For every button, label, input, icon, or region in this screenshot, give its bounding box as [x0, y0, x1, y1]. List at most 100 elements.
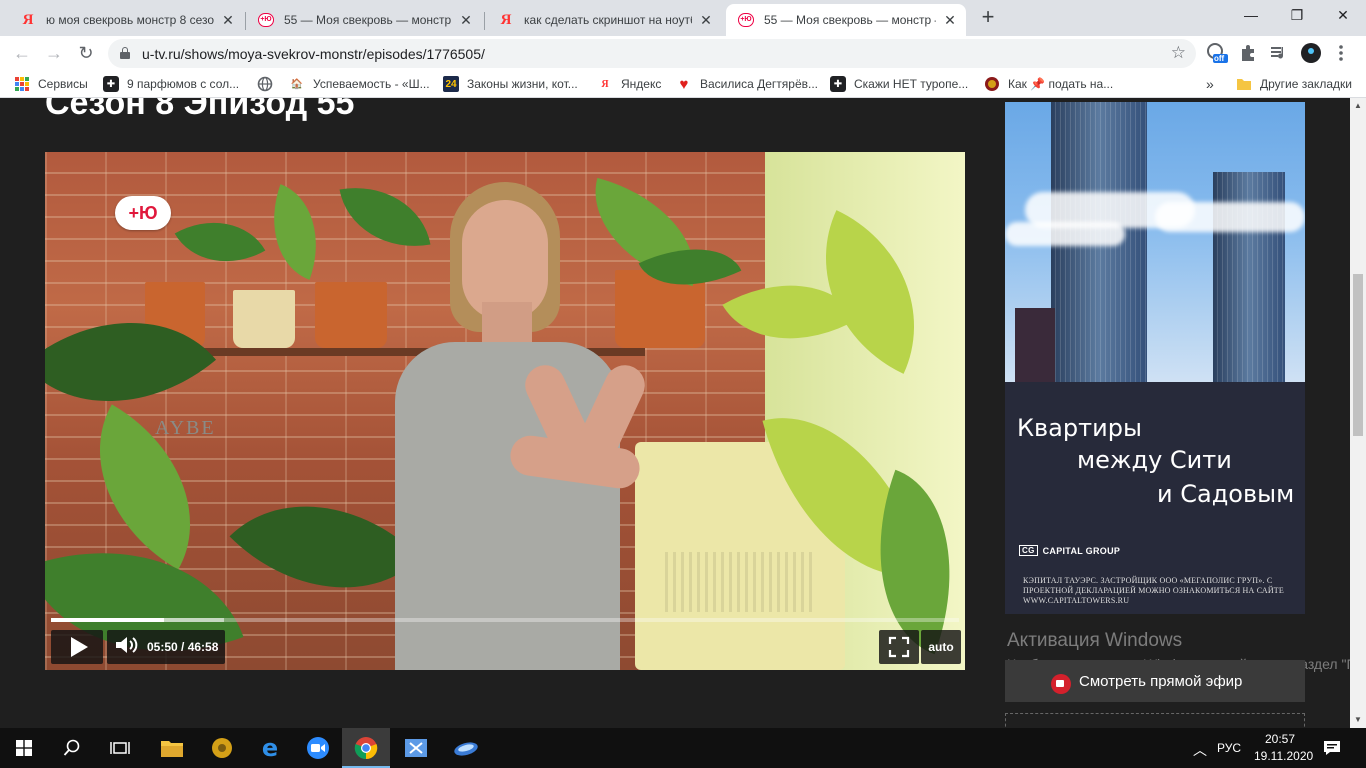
taskbar-app-blue[interactable] [442, 728, 490, 768]
back-button[interactable]: ← [8, 39, 36, 67]
tab-1[interactable]: Я ю моя свекровь монстр 8 сезон ✕ [8, 4, 244, 36]
episode-heading: Сезон 8 Эпизод 55 [45, 98, 355, 122]
bookmark-label: 9 парфюмов с сол... [127, 77, 240, 91]
notification-icon [1324, 741, 1340, 755]
quality-label: auto [928, 640, 954, 654]
reload-button[interactable]: ↻ [72, 39, 100, 67]
sidebar-ad[interactable]: Квартиры между Сити и Садовым CG CAPITAL… [1005, 102, 1305, 614]
bookmark-item[interactable]: Я Яндекс [597, 75, 661, 93]
bookmark-star-icon[interactable]: ☆ [1171, 43, 1186, 63]
tab-title: 55 — Моя свекровь — монстр — [284, 13, 452, 27]
start-button[interactable] [0, 728, 48, 768]
wheel-icon [212, 738, 232, 758]
volume-time-panel: 05:50 / 46:58 [107, 630, 225, 664]
tray-overflow-chevron-icon[interactable]: ︿ [1193, 740, 1207, 760]
chrome-icon [354, 737, 378, 760]
quality-button[interactable]: auto [921, 630, 961, 664]
taskbar-edge[interactable]: e [246, 728, 294, 768]
notifications-button[interactable] [1312, 728, 1352, 768]
ad-brand-logo: CG [1019, 545, 1038, 556]
tab-4-active[interactable]: +Ю 55 — Моя свекровь — монстр — ✕ [726, 4, 966, 36]
fullscreen-button[interactable] [879, 630, 919, 664]
bookmark-item[interactable]: 🏠 Успеваемость - «Ш... [289, 75, 430, 93]
ad-brand: CG CAPITAL GROUP [1019, 545, 1120, 556]
taskbar-app-orange[interactable] [198, 728, 246, 768]
ad-headline-1: Квартиры [1017, 414, 1142, 442]
restore-button[interactable]: ❐ [1274, 0, 1320, 30]
utv-icon: +Ю [738, 12, 754, 28]
volume-icon[interactable] [113, 634, 141, 661]
extension-badge: off [1214, 54, 1225, 63]
presenter [390, 182, 660, 670]
tab-separator [484, 12, 485, 30]
ad-legal-text: КЭПИТАЛ ТАУЭРС. ЗАСТРОЙЩИК ООО «МЕГАПОЛИ… [1023, 576, 1284, 605]
clock-date[interactable]: 19.11.2020 [1254, 749, 1313, 763]
close-tab-icon[interactable]: ✕ [458, 12, 474, 28]
other-bookmarks[interactable]: Другие закладки [1236, 75, 1352, 93]
watch-live-label: Смотреть прямой эфир [1079, 672, 1243, 690]
close-window-button[interactable]: ✕ [1320, 0, 1366, 30]
bookmark-item[interactable]: ✚ Скажи НЕТ туропе... [830, 75, 968, 93]
emblem-icon [984, 76, 1000, 92]
lock-icon[interactable] [120, 47, 130, 59]
ad-photo [1005, 102, 1305, 382]
taskbar-chrome[interactable] [342, 728, 390, 768]
bookmark-item[interactable]: ♥ Василиса Дегтярёв... [676, 75, 818, 93]
page-scrollbar[interactable]: ▲ ▼ [1350, 98, 1366, 728]
minimize-button[interactable]: — [1228, 0, 1274, 30]
scroll-down-arrow-icon[interactable]: ▼ [1350, 712, 1366, 728]
bookmark-apps[interactable]: Сервисы [14, 75, 88, 93]
dashed-placeholder [1005, 713, 1305, 728]
bookmarks-bar: Сервисы ✚ 9 парфюмов с сол... 🏠 Успеваем… [0, 70, 1366, 98]
forward-button[interactable]: → [40, 39, 68, 67]
watch-live-button[interactable]: Смотреть прямой эфир [1005, 660, 1305, 702]
adblock-extension-icon[interactable]: off [1206, 42, 1228, 64]
bookmark-item[interactable]: 24 Законы жизни, кот... [443, 75, 578, 93]
seek-bar[interactable] [51, 618, 959, 622]
taskbar-file-explorer[interactable] [148, 728, 196, 768]
video-player[interactable]: AYBE +Ю 05:50 / 46:58 auto [45, 152, 965, 670]
task-view-icon [110, 742, 130, 754]
scissors-icon [405, 739, 427, 757]
search-icon [63, 739, 80, 756]
task-view-button[interactable] [96, 728, 144, 768]
yandex-icon: Я [601, 78, 609, 90]
tab-title: ю моя свекровь монстр 8 сезон [46, 13, 214, 27]
bookmark-item[interactable]: ✚ 9 парфюмов с сол... [103, 75, 239, 93]
bookmark-label: Сервисы [38, 77, 88, 91]
profile-avatar[interactable] [1300, 42, 1322, 64]
taskbar-snipping-tool[interactable] [392, 728, 440, 768]
bookmarks-overflow-button[interactable]: » [1206, 75, 1214, 93]
watermark-title: Активация Windows [1007, 630, 1183, 651]
tab-title: как сделать скриншот на ноутбу [524, 13, 692, 27]
search-button[interactable] [48, 728, 96, 768]
close-tab-icon[interactable]: ✕ [698, 12, 714, 28]
bookmark-label: Василиса Дегтярёв... [700, 77, 818, 91]
address-bar[interactable]: u-tv.ru/shows/moya-svekrov-monstr/episod… [108, 39, 1196, 68]
clock-time[interactable]: 20:57 [1265, 732, 1295, 746]
scroll-up-arrow-icon[interactable]: ▲ [1350, 98, 1366, 114]
close-tab-icon[interactable]: ✕ [220, 12, 236, 28]
yandex-icon: Я [22, 11, 34, 28]
folder-icon [161, 741, 183, 757]
new-tab-button[interactable]: + [976, 6, 1000, 30]
bookmark-item[interactable]: Как 📌 подать на... [984, 75, 1113, 93]
bookmark-item[interactable] [257, 75, 281, 93]
tab-3[interactable]: Я как сделать скриншот на ноутбу ✕ [486, 4, 722, 36]
scrollbar-thumb[interactable] [1353, 274, 1363, 436]
url-text[interactable]: u-tv.ru/shows/moya-svekrov-monstr/episod… [142, 46, 485, 62]
play-icon [70, 637, 88, 657]
channel-logo: +Ю [115, 196, 171, 230]
media-control-icon[interactable] [1268, 42, 1290, 64]
language-indicator[interactable]: РУС [1217, 741, 1241, 755]
tab-strip: Я ю моя свекровь монстр 8 сезон ✕ +Ю 55 … [0, 0, 1366, 36]
school-icon: 🏠 [290, 78, 304, 90]
extensions-puzzle-icon[interactable] [1237, 42, 1259, 64]
windows-taskbar: e ︿ РУС 20:57 19.11.2020 [0, 728, 1366, 768]
menu-dots-icon[interactable] [1330, 42, 1352, 64]
close-tab-icon[interactable]: ✕ [942, 12, 958, 28]
taskbar-zoom[interactable] [294, 728, 342, 768]
tab-2[interactable]: +Ю 55 — Моя свекровь — монстр — ✕ [246, 4, 482, 36]
play-button[interactable] [51, 630, 103, 664]
utv-icon: +Ю [258, 12, 274, 28]
